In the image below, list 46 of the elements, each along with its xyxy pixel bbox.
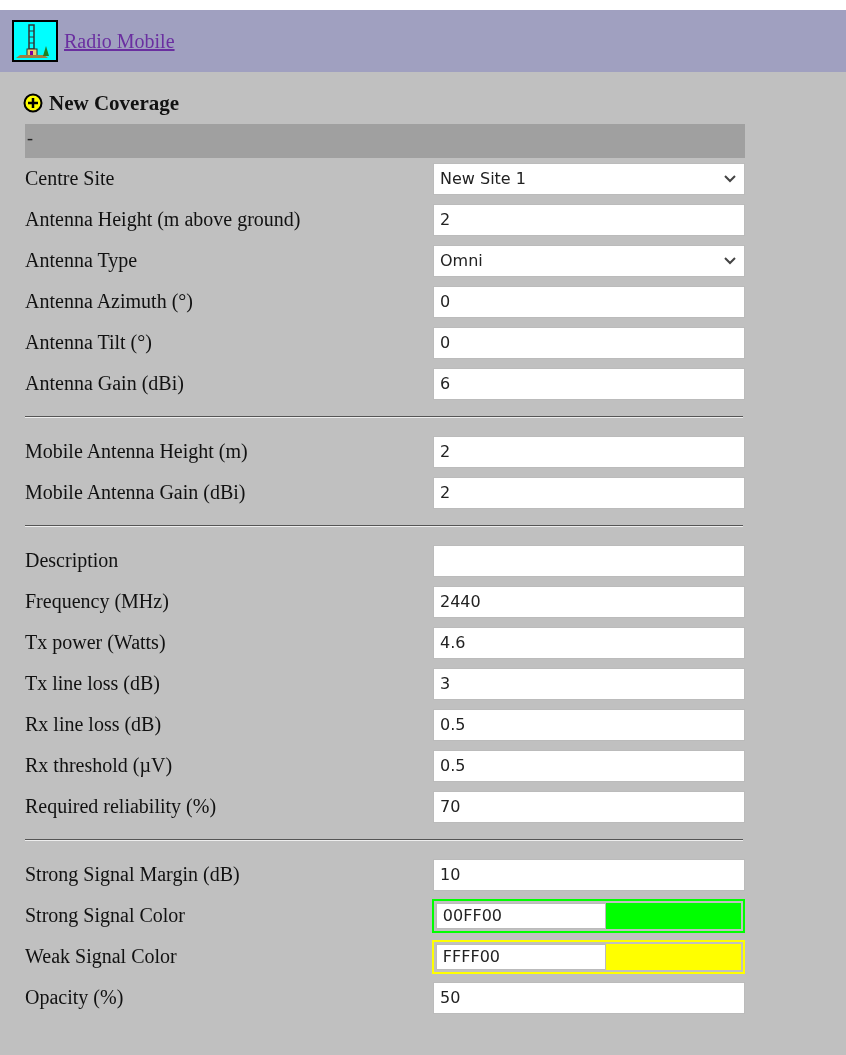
input-field[interactable]: 2440 bbox=[433, 585, 745, 618]
field-label: Antenna Azimuth (°) bbox=[25, 290, 194, 313]
input-field[interactable]: 00FF00 bbox=[435, 902, 606, 929]
chevron-down-icon bbox=[724, 174, 736, 183]
input-field[interactable]: 0.5 bbox=[433, 749, 745, 782]
input-field[interactable]: 2 bbox=[433, 435, 745, 468]
field-label: Centre Site bbox=[25, 167, 116, 190]
dropdown[interactable]: New Site 1 bbox=[433, 162, 745, 195]
field-label: Frequency (MHz) bbox=[25, 590, 170, 613]
field-label: Weak Signal Color bbox=[25, 945, 178, 968]
field-label: Description bbox=[25, 549, 120, 572]
input-field[interactable]: 2 bbox=[433, 203, 745, 236]
input-field[interactable]: 6 bbox=[433, 367, 745, 400]
color-picker[interactable]: 00FF00 bbox=[431, 898, 745, 933]
input-field[interactable]: 2 bbox=[433, 476, 745, 509]
field-label: Opacity (%) bbox=[25, 986, 125, 1009]
input-field[interactable]: 70 bbox=[433, 790, 745, 823]
field-label: Required reliability (%) bbox=[25, 795, 218, 818]
plus-circle-icon bbox=[23, 93, 43, 113]
field-label: Tx line loss (dB) bbox=[25, 672, 161, 695]
field-label: Tx power (Watts) bbox=[25, 631, 167, 654]
form-title: New Coverage bbox=[49, 90, 180, 116]
input-field[interactable]: 0 bbox=[433, 326, 745, 359]
input-field[interactable]: 3 bbox=[433, 667, 745, 700]
radio-tower-icon bbox=[12, 20, 58, 62]
chevron-down-icon bbox=[724, 256, 736, 265]
field-label: Antenna Gain (dBi) bbox=[25, 372, 185, 395]
input-field[interactable]: 0 bbox=[433, 285, 745, 318]
input-field[interactable]: FFFF00 bbox=[435, 943, 606, 970]
status-bar: - bbox=[25, 124, 745, 158]
field-label: Strong Signal Color bbox=[25, 904, 186, 927]
field-label: Antenna Height (m above ground) bbox=[25, 208, 302, 231]
field-label: Rx line loss (dB) bbox=[25, 713, 163, 736]
dropdown[interactable]: Omni bbox=[433, 244, 745, 277]
input-field[interactable]: 0.5 bbox=[433, 708, 745, 741]
field-label: Antenna Type bbox=[25, 249, 139, 272]
field-label: Mobile Antenna Height (m) bbox=[25, 440, 249, 463]
color-picker[interactable]: FFFF00 bbox=[431, 939, 745, 974]
input-field[interactable]: 4.6 bbox=[433, 626, 745, 659]
field-label: Mobile Antenna Gain (dBi) bbox=[25, 481, 247, 504]
field-label: Antenna Tilt (°) bbox=[25, 331, 153, 354]
field-label: Rx threshold (µV) bbox=[25, 754, 174, 777]
input-field[interactable]: 10 bbox=[433, 858, 745, 891]
input-field[interactable]: 50 bbox=[433, 981, 745, 1014]
input-field[interactable] bbox=[433, 544, 745, 577]
field-label: Strong Signal Margin (dB) bbox=[25, 863, 241, 886]
